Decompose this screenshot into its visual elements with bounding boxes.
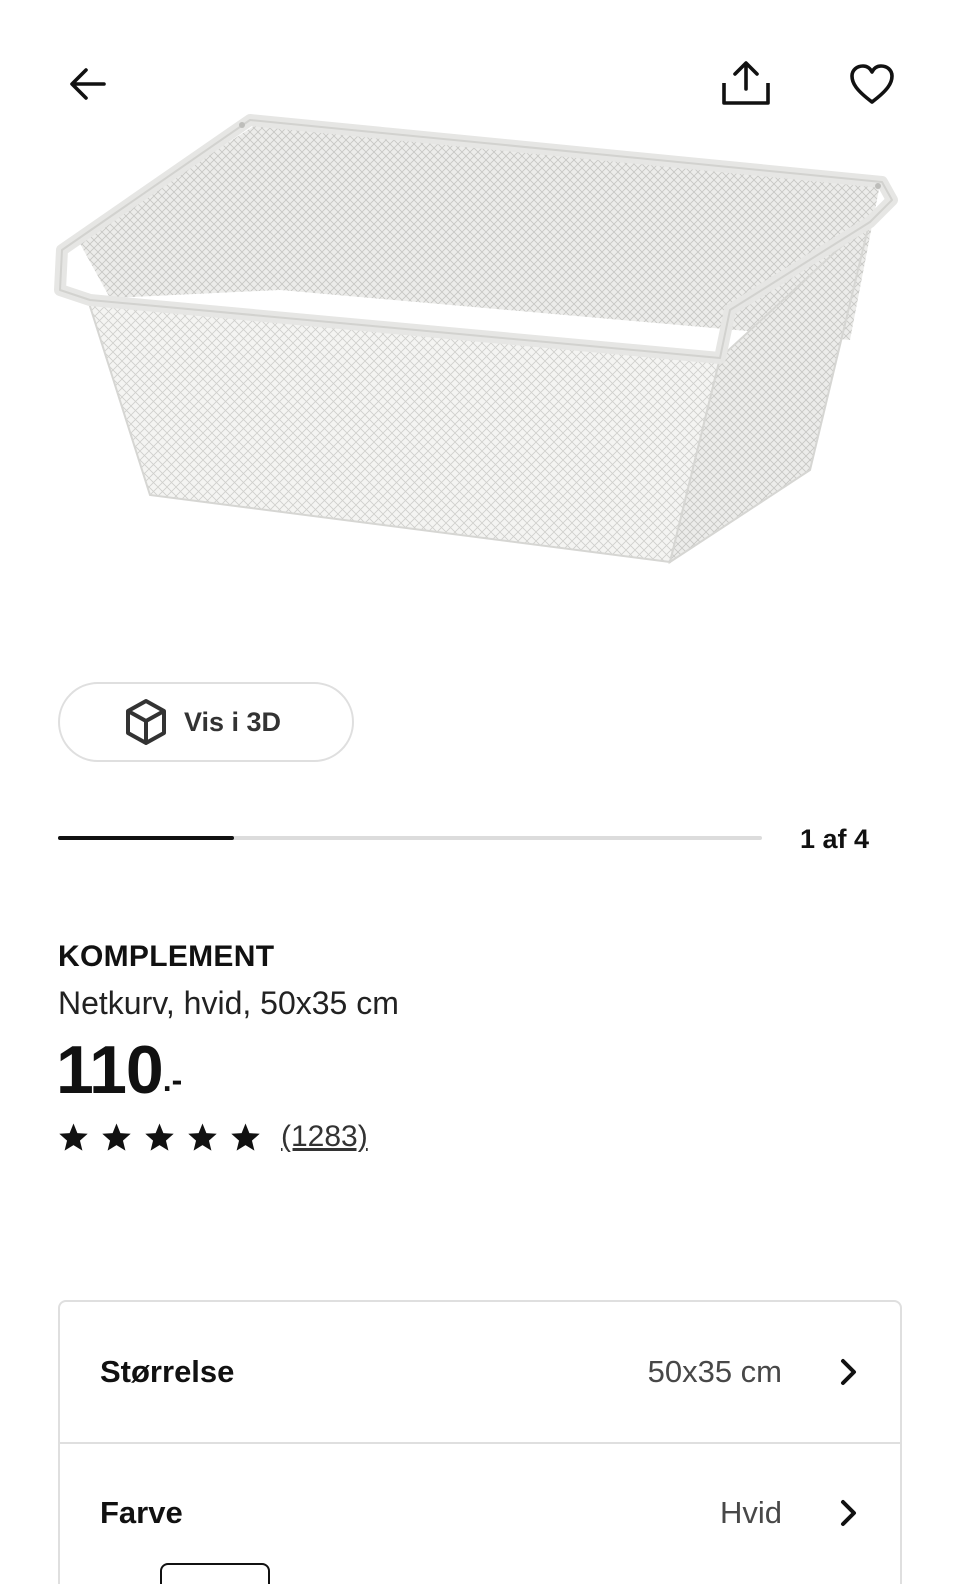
- option-row-color[interactable]: Farve Hvid: [60, 1442, 900, 1582]
- gallery-counter: 1 af 4: [800, 824, 870, 854]
- view-3d-label: Vis i 3D: [184, 706, 282, 737]
- product-rating[interactable]: (1283): [58, 1120, 368, 1154]
- star-icon: [145, 1123, 174, 1151]
- option-value: Hvid: [719, 1495, 782, 1530]
- color-swatch[interactable]: [160, 1563, 270, 1584]
- star-icon: [231, 1123, 260, 1151]
- star-icon: [102, 1123, 131, 1151]
- option-label: Farve: [100, 1495, 183, 1530]
- product-price: 110 .-: [56, 1036, 182, 1104]
- option-label: Størrelse: [100, 1354, 235, 1389]
- product-image[interactable]: [50, 100, 910, 580]
- gallery-progress-fill: [58, 836, 234, 840]
- option-row-size[interactable]: Størrelse 50x35 cm: [60, 1302, 900, 1442]
- star-icon: [59, 1123, 88, 1151]
- price-suffix: .-: [162, 1062, 183, 1098]
- option-value: 50x35 cm: [647, 1354, 782, 1389]
- gallery-progress-bar: [58, 836, 762, 840]
- product-options: Størrelse 50x35 cm Farve Hvid: [58, 1300, 902, 1584]
- product-description: Netkurv, hvid, 50x35 cm: [58, 985, 399, 1021]
- cube-3d-icon: [126, 699, 166, 745]
- view-3d-button[interactable]: Vis i 3D: [58, 682, 354, 762]
- rating-stars: [58, 1122, 261, 1152]
- product-name: KOMPLEMENT: [58, 940, 275, 973]
- review-count-link[interactable]: (1283): [281, 1120, 368, 1154]
- chevron-right-icon: [838, 1357, 860, 1387]
- star-icon: [188, 1123, 217, 1151]
- price-amount: 110: [56, 1032, 164, 1108]
- chevron-right-icon: [838, 1498, 860, 1528]
